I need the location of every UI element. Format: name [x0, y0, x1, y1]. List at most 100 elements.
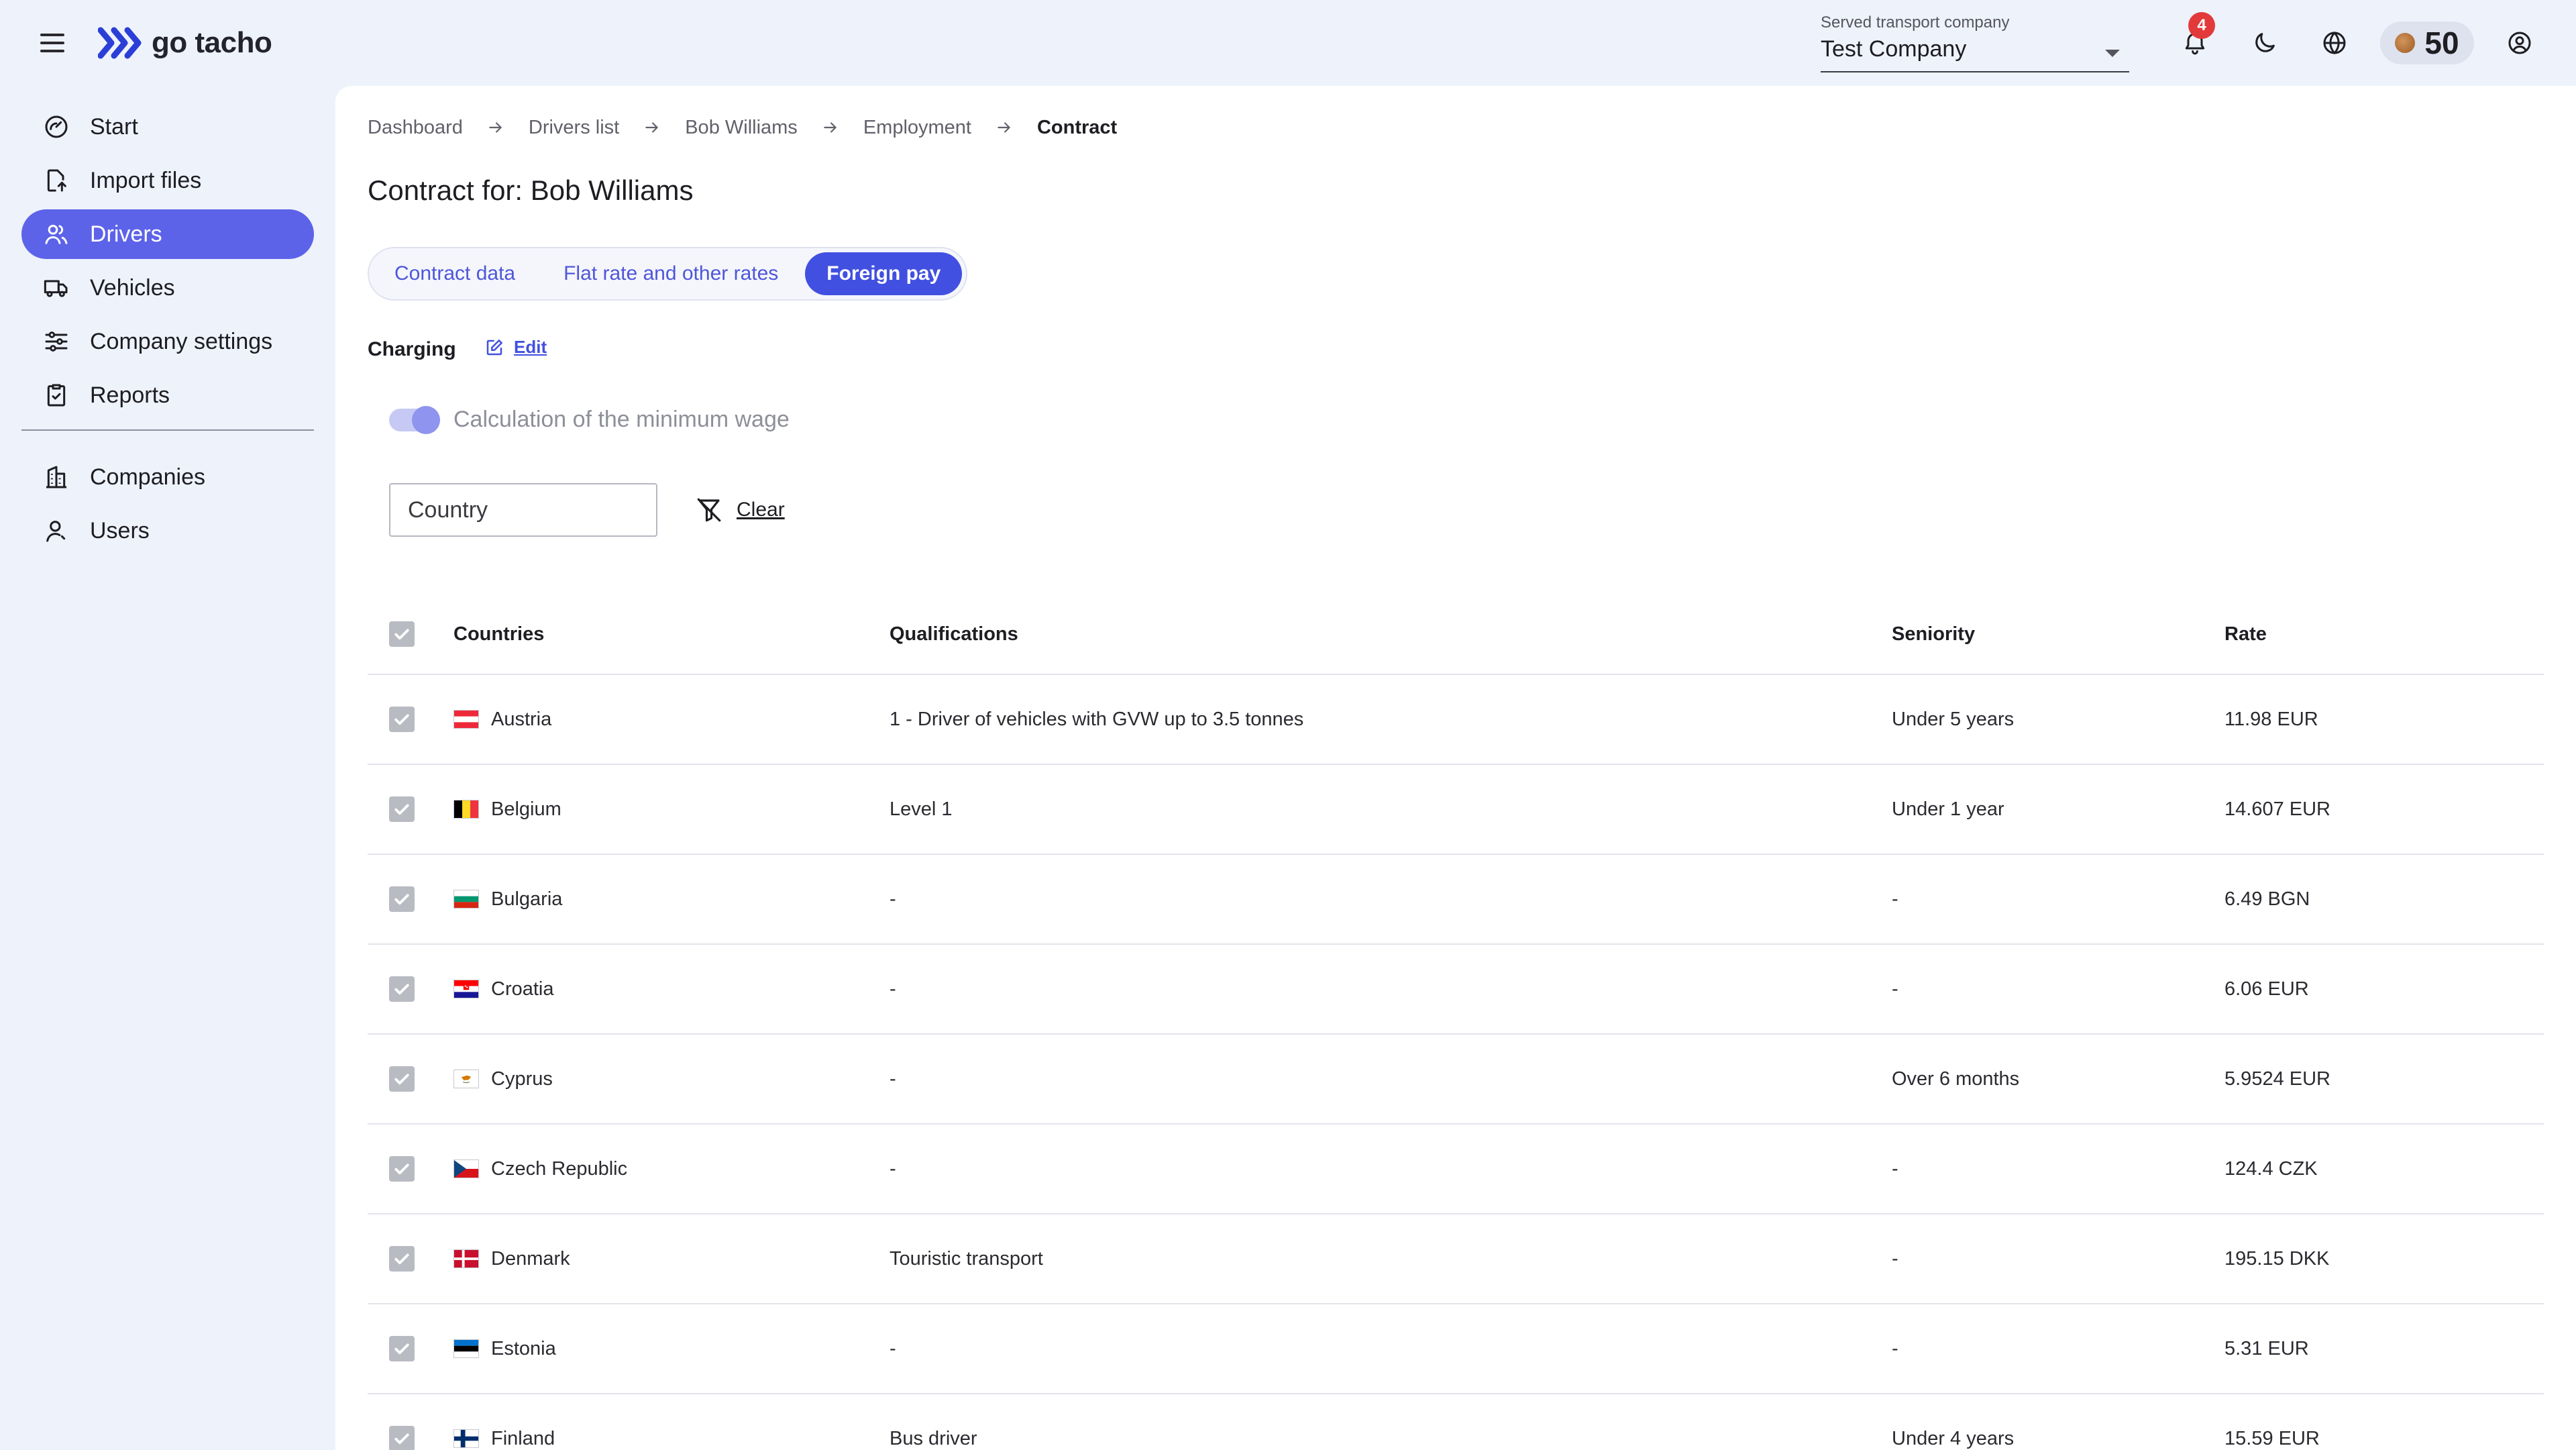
minimum-wage-row: Calculation of the minimum wage — [389, 405, 790, 434]
column-header-qualifications[interactable]: Qualifications — [890, 594, 1829, 674]
table-row[interactable]: Denmark Touristic transport - 195.15 DKK — [368, 1214, 2544, 1304]
hamburger-menu-icon[interactable] — [38, 30, 67, 56]
notifications-button[interactable]: 4 — [2176, 12, 2215, 62]
notification-count-badge: 4 — [2188, 12, 2215, 39]
rate-cell: 14.607 EUR — [2224, 798, 2330, 820]
sidebar-item-drivers[interactable]: Drivers — [21, 209, 314, 259]
select-all-cell — [389, 594, 416, 674]
check-icon — [394, 629, 409, 640]
sidebar-item-label: Companies — [90, 464, 205, 490]
table-row[interactable]: Czech Republic - - 124.4 CZK — [368, 1125, 2544, 1214]
breadcrumb-dashboard[interactable]: Dashboard — [368, 117, 463, 139]
coin-icon — [2395, 33, 2416, 53]
sidebar-item-label: Import files — [90, 167, 202, 193]
user-circle-icon — [2508, 32, 2531, 54]
country-cell: Croatia — [453, 945, 856, 1033]
belgium-flag-icon — [453, 800, 479, 819]
top-bar: go tacho Served transport company Test C… — [0, 0, 2576, 86]
sidebar-item-vehicles[interactable]: Vehicles — [21, 263, 314, 313]
coins-balance[interactable]: 50 — [2380, 21, 2474, 64]
row-checkbox[interactable] — [389, 1336, 415, 1361]
seniority-cell: Under 4 years — [1892, 1427, 2015, 1449]
tab-foreign-pay[interactable]: Foreign pay — [805, 252, 963, 295]
rate-cell: 6.06 EUR — [2224, 978, 2309, 1000]
page-title: Contract for: Bob Williams — [368, 174, 693, 207]
sidebar-item-users[interactable]: Users — [21, 506, 314, 556]
language-button[interactable] — [2316, 24, 2353, 62]
clear-filter-button[interactable]: Clear — [695, 491, 785, 529]
tab-contract-data[interactable]: Contract data — [373, 252, 537, 295]
check-icon — [394, 1253, 409, 1265]
country-name: Austria — [491, 708, 552, 730]
table-row[interactable]: Finland Bus driver Under 4 years 15.59 E… — [368, 1394, 2544, 1450]
check-icon — [394, 804, 409, 815]
minimum-wage-toggle[interactable] — [389, 405, 440, 434]
tab-flat-rate[interactable]: Flat rate and other rates — [542, 252, 800, 295]
table-row[interactable]: Bulgaria - - 6.49 BGN — [368, 855, 2544, 945]
select-all-checkbox[interactable] — [389, 621, 415, 647]
row-checkbox[interactable] — [389, 707, 415, 732]
table-header-row: Countries Qualifications Seniority Rate — [368, 594, 2544, 675]
row-checkbox[interactable] — [389, 796, 415, 822]
breadcrumb-employment[interactable]: Employment — [863, 117, 971, 139]
account-button[interactable] — [2501, 24, 2538, 62]
row-checkbox[interactable] — [389, 976, 415, 1002]
column-header-seniority[interactable]: Seniority — [1892, 594, 2214, 674]
edit-button[interactable]: Edit — [484, 337, 547, 358]
check-icon — [394, 984, 409, 995]
column-header-countries[interactable]: Countries — [453, 594, 856, 674]
company-select[interactable]: Served transport company Test Company — [1821, 13, 2129, 72]
qualification-cell: - — [890, 1068, 896, 1090]
row-checkbox[interactable] — [389, 886, 415, 912]
dark-mode-toggle[interactable] — [2246, 24, 2284, 62]
clear-label: Clear — [737, 499, 785, 521]
country-name: Cyprus — [491, 1068, 553, 1090]
country-cell: Belgium — [453, 765, 856, 853]
country-filter-input[interactable] — [389, 483, 657, 537]
qualification-cell: 1 - Driver of vehicles with GVW up to 3.… — [890, 708, 1304, 730]
country-cell: Czech Republic — [453, 1125, 856, 1213]
breadcrumb-driver[interactable]: Bob Williams — [685, 117, 798, 139]
sidebar-item-label: Company settings — [90, 328, 273, 354]
file-import-icon — [47, 169, 66, 192]
sidebar-item-reports[interactable]: Reports — [21, 370, 314, 420]
company-select-value: Test Company — [1821, 36, 1967, 62]
cyprus-flag-icon — [453, 1070, 479, 1088]
arrow-right-icon — [998, 122, 1010, 133]
qualification-cell: - — [890, 1337, 896, 1359]
arrow-right-icon — [645, 122, 658, 133]
table-row[interactable]: Austria 1 - Driver of vehicles with GVW … — [368, 675, 2544, 765]
sidebar-item-import-files[interactable]: Import files — [21, 156, 314, 205]
sidebar-item-start[interactable]: Start — [21, 102, 314, 152]
row-checkbox[interactable] — [389, 1246, 415, 1272]
country-cell: Cyprus — [453, 1035, 856, 1123]
sidebar-item-company-settings[interactable]: Company settings — [21, 317, 314, 366]
row-checkbox[interactable] — [389, 1426, 415, 1450]
denmark-flag-icon — [453, 1249, 479, 1268]
row-checkbox[interactable] — [389, 1156, 415, 1182]
table-row[interactable]: Croatia - - 6.06 EUR — [368, 945, 2544, 1035]
breadcrumb-contract: Contract — [1036, 116, 1118, 138]
country-name: Denmark — [491, 1247, 570, 1270]
check-icon — [394, 894, 409, 905]
seniority-cell: - — [1892, 1247, 1898, 1270]
column-header-rate[interactable]: Rate — [2224, 594, 2520, 674]
users-icon — [45, 225, 68, 244]
sidebar-item-label: Vehicles — [90, 274, 175, 301]
table-row[interactable]: Belgium Level 1 Under 1 year 14.607 EUR — [368, 765, 2544, 855]
table-row[interactable]: Cyprus - Over 6 months 5.9524 EUR — [368, 1035, 2544, 1125]
contract-tabs: Contract data Flat rate and other rates … — [368, 247, 968, 301]
seniority-cell: - — [1892, 888, 1898, 910]
app-logo[interactable]: go tacho — [98, 23, 272, 63]
toggle-knob — [412, 405, 440, 434]
table-row[interactable]: Estonia - - 5.31 EUR — [368, 1304, 2544, 1394]
charging-label: Charging — [368, 338, 456, 360]
czech-flag-icon — [453, 1159, 479, 1178]
row-checkbox[interactable] — [389, 1066, 415, 1092]
row-check-cell — [389, 855, 416, 943]
sidebar-item-companies[interactable]: Companies — [21, 452, 314, 502]
country-name: Finland — [491, 1427, 555, 1449]
breadcrumb-drivers-list[interactable]: Drivers list — [529, 117, 619, 139]
brand-name: go tacho — [152, 26, 272, 59]
croatia-flag-icon — [453, 980, 479, 998]
